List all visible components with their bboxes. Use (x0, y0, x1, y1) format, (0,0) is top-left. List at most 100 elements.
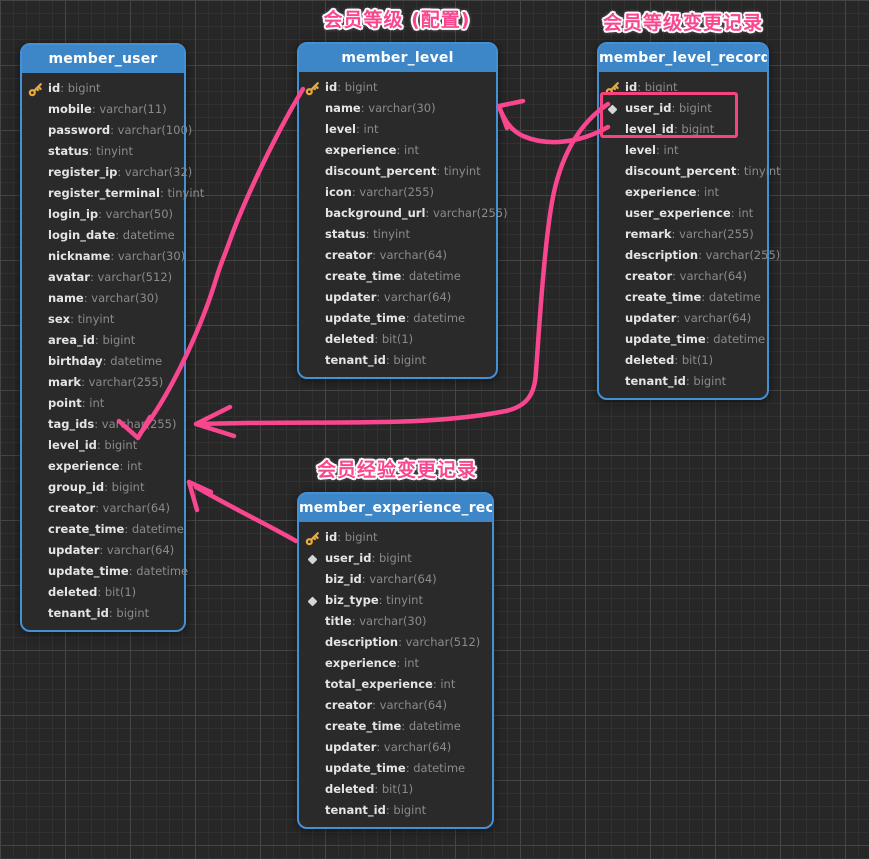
field-row-member_user-register_ip[interactable]: register_ip: varchar(32) (22, 162, 184, 183)
table-fields-member_level_record: id: bigintuser_id: bigintlevel_id: bigin… (599, 72, 767, 398)
field-type: : varchar(255) (672, 227, 754, 241)
field-type: : varchar(64) (672, 269, 747, 283)
table-node-member_experience_record[interactable]: member_experience_record id: bigintuser_i… (297, 492, 494, 829)
table-node-member_level_record[interactable]: member_level_recordid: bigintuser_id: bi… (597, 42, 769, 400)
table-title-member_experience_record[interactable]: member_experience_record (299, 494, 492, 522)
field-row-member_experience_record-tenant_id[interactable]: tenant_id: bigint (299, 800, 492, 821)
field-type: : varchar(64) (376, 740, 451, 754)
field-type: : varchar(64) (99, 543, 174, 557)
field-row-member_user-login_ip[interactable]: login_ip: varchar(50) (22, 204, 184, 225)
field-row-member_level_record-update_time[interactable]: update_time: datetime (599, 329, 767, 350)
field-row-member_experience_record-description[interactable]: description: varchar(512) (299, 632, 492, 653)
field-row-member_level_record-creator[interactable]: creator: varchar(64) (599, 266, 767, 287)
field-row-member_user-group_id[interactable]: group_id: bigint (22, 477, 184, 498)
field-row-member_level-id[interactable]: id: bigint (299, 77, 496, 98)
field-row-member_user-status[interactable]: status: tinyint (22, 141, 184, 162)
field-row-member_level_record-discount_percent[interactable]: discount_percent: tinyint (599, 161, 767, 182)
field-type: : int (396, 143, 419, 157)
field-row-member_level_record-create_time[interactable]: create_time: datetime (599, 287, 767, 308)
field-row-member_user-mark[interactable]: mark: varchar(255) (22, 372, 184, 393)
field-row-member_experience_record-total_experience[interactable]: total_experience: int (299, 674, 492, 695)
field-type: : tinyint (379, 593, 423, 607)
field-row-member_user-birthday[interactable]: birthday: datetime (22, 351, 184, 372)
field-row-member_user-tag_ids[interactable]: tag_ids: varchar(255) (22, 414, 184, 435)
field-row-member_level_record-deleted[interactable]: deleted: bit(1) (599, 350, 767, 371)
field-row-member_level-creator[interactable]: creator: varchar(64) (299, 245, 496, 266)
field-type: : varchar(64) (376, 290, 451, 304)
field-row-member_level_record-user_id[interactable]: user_id: bigint (599, 98, 767, 119)
field-row-member_user-nickname[interactable]: nickname: varchar(30) (22, 246, 184, 267)
field-name: password (48, 123, 110, 137)
field-row-member_experience_record-biz_id[interactable]: biz_id: varchar(64) (299, 569, 492, 590)
field-row-member_user-mobile[interactable]: mobile: varchar(11) (22, 99, 184, 120)
primary-key-icon (304, 80, 320, 96)
field-row-member_user-deleted[interactable]: deleted: bit(1) (22, 582, 184, 603)
field-row-member_level_record-updater[interactable]: updater: varchar(64) (599, 308, 767, 329)
field-row-member_user-id[interactable]: id: bigint (22, 78, 184, 99)
field-row-member_level_record-level[interactable]: level: int (599, 140, 767, 161)
field-name: updater (625, 311, 676, 325)
field-row-member_experience_record-update_time[interactable]: update_time: datetime (299, 758, 492, 779)
field-row-member_level_record-tenant_id[interactable]: tenant_id: bigint (599, 371, 767, 392)
field-name: creator (325, 248, 372, 262)
field-row-member_level-background_url[interactable]: background_url: varchar(255) (299, 203, 496, 224)
field-name: biz_id (325, 572, 362, 586)
field-row-member_level-level[interactable]: level: int (299, 119, 496, 140)
field-row-member_level_record-remark[interactable]: remark: varchar(255) (599, 224, 767, 245)
field-type: : bigint (671, 101, 711, 115)
field-row-member_user-register_terminal[interactable]: register_terminal: tinyint (22, 183, 184, 204)
field-row-member_level_record-experience[interactable]: experience: int (599, 182, 767, 203)
field-row-member_user-login_date[interactable]: login_date: datetime (22, 225, 184, 246)
field-row-member_level_record-id[interactable]: id: bigint (599, 77, 767, 98)
field-row-member_user-tenant_id[interactable]: tenant_id: bigint (22, 603, 184, 624)
field-type: : varchar(512) (398, 635, 480, 649)
field-row-member_level-update_time[interactable]: update_time: datetime (299, 308, 496, 329)
field-row-member_level-experience[interactable]: experience: int (299, 140, 496, 161)
field-row-member_user-creator[interactable]: creator: varchar(64) (22, 498, 184, 519)
field-row-member_experience_record-create_time[interactable]: create_time: datetime (299, 716, 492, 737)
field-row-member_experience_record-deleted[interactable]: deleted: bit(1) (299, 779, 492, 800)
field-row-member_level-updater[interactable]: updater: varchar(64) (299, 287, 496, 308)
field-row-member_user-password[interactable]: password: varchar(100) (22, 120, 184, 141)
table-title-member_level_record[interactable]: member_level_record (599, 44, 767, 72)
field-row-member_user-name[interactable]: name: varchar(30) (22, 288, 184, 309)
field-row-member_level_record-user_experience[interactable]: user_experience: int (599, 203, 767, 224)
field-type: : varchar(255) (352, 185, 434, 199)
field-row-member_experience_record-experience[interactable]: experience: int (299, 653, 492, 674)
field-row-member_user-avatar[interactable]: avatar: varchar(512) (22, 267, 184, 288)
field-row-member_user-point[interactable]: point: int (22, 393, 184, 414)
field-row-member_level-name[interactable]: name: varchar(30) (299, 98, 496, 119)
field-row-member_user-update_time[interactable]: update_time: datetime (22, 561, 184, 582)
field-row-member_user-updater[interactable]: updater: varchar(64) (22, 540, 184, 561)
field-row-member_level-create_time[interactable]: create_time: datetime (299, 266, 496, 287)
field-row-member_experience_record-biz_type[interactable]: biz_type: tinyint (299, 590, 492, 611)
table-node-member_level[interactable]: member_level id: bigintname: varchar(30)l… (297, 42, 498, 379)
table-node-member_user[interactable]: member_user id: bigintmobile: varchar(11)… (20, 43, 186, 632)
field-row-member_level_record-level_id[interactable]: level_id: bigint (599, 119, 767, 140)
field-name: icon (325, 185, 352, 199)
field-row-member_level_record-description[interactable]: description: varchar(255) (599, 245, 767, 266)
table-title-member_level[interactable]: member_level (299, 44, 496, 72)
field-row-member_experience_record-user_id[interactable]: user_id: bigint (299, 548, 492, 569)
primary-key-icon (604, 80, 620, 96)
field-row-member_experience_record-updater[interactable]: updater: varchar(64) (299, 737, 492, 758)
table-title-member_user[interactable]: member_user (22, 45, 184, 73)
field-row-member_experience_record-creator[interactable]: creator: varchar(64) (299, 695, 492, 716)
field-row-member_level-status[interactable]: status: tinyint (299, 224, 496, 245)
field-type: : varchar(64) (372, 248, 447, 262)
field-row-member_level-discount_percent[interactable]: discount_percent: tinyint (299, 161, 496, 182)
field-row-member_user-sex[interactable]: sex: tinyint (22, 309, 184, 330)
field-row-member_experience_record-id[interactable]: id: bigint (299, 527, 492, 548)
field-row-member_experience_record-title[interactable]: title: varchar(30) (299, 611, 492, 632)
field-name: updater (325, 290, 376, 304)
annotation-label-member-experience-record: 会员经验变更记录 (317, 455, 477, 482)
field-row-member_user-level_id[interactable]: level_id: bigint (22, 435, 184, 456)
field-type: : int (119, 459, 142, 473)
field-row-member_user-area_id[interactable]: area_id: bigint (22, 330, 184, 351)
field-row-member_level-tenant_id[interactable]: tenant_id: bigint (299, 350, 496, 371)
field-row-member_user-create_time[interactable]: create_time: datetime (22, 519, 184, 540)
field-name: register_ip (48, 165, 117, 179)
field-row-member_level-deleted[interactable]: deleted: bit(1) (299, 329, 496, 350)
field-row-member_user-experience[interactable]: experience: int (22, 456, 184, 477)
field-row-member_level-icon[interactable]: icon: varchar(255) (299, 182, 496, 203)
